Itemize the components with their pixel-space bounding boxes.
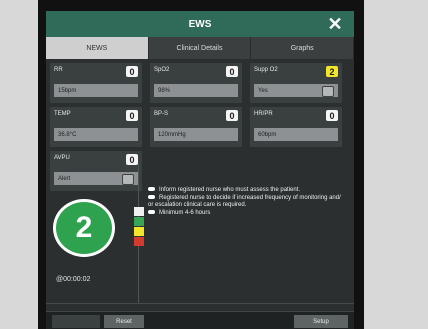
field-label: HR/PR	[254, 111, 273, 117]
scale-yellow	[134, 227, 144, 236]
score-badge: 0	[326, 110, 338, 121]
field-label: RR	[54, 67, 63, 73]
message-2: Registered nurse to decide if increased …	[148, 195, 346, 209]
temp-select[interactable]: 36.8°C	[54, 128, 138, 141]
toggle-icon	[322, 86, 334, 97]
tab-bar: NEWS Clinical Details Graphs	[46, 37, 354, 59]
select-value: Alert	[58, 175, 71, 182]
supp-o2-select[interactable]: Yes	[254, 84, 338, 97]
scale-white	[134, 207, 144, 216]
setup-button[interactable]: Setup	[294, 315, 348, 328]
message-1: Inform registered nurse who must assess …	[148, 187, 346, 194]
select-value: Yes	[258, 87, 268, 94]
message-text: Registered nurse to decide if increased …	[148, 195, 341, 208]
avpu-select[interactable]: Alert	[54, 172, 138, 185]
blank-button[interactable]	[52, 315, 100, 328]
spo2-select[interactable]: 98%	[154, 84, 238, 97]
field-label: Supp O2	[254, 67, 278, 73]
window-title: EWS	[188, 18, 212, 30]
score-badge: 0	[126, 66, 138, 77]
bullet-icon	[148, 195, 155, 200]
rr-select[interactable]: 15bpm	[54, 84, 138, 97]
message-text: Inform registered nurse who must assess …	[159, 187, 301, 193]
score-badge: 0	[126, 154, 138, 165]
select-value: 15bpm	[58, 87, 77, 94]
title-bar: EWS ✕	[46, 11, 354, 37]
select-value: 60bpm	[258, 131, 277, 138]
tab-clinical-details[interactable]: Clinical Details	[149, 37, 252, 59]
score-color-scale	[134, 207, 144, 249]
footer-divider	[46, 303, 354, 304]
score-badge: 0	[126, 110, 138, 121]
scale-red	[134, 237, 144, 246]
bullet-icon	[148, 187, 155, 192]
elapsed-timer: @00:00:02	[56, 276, 91, 283]
field-label: SpO2	[154, 67, 170, 73]
field-label: AVPU	[54, 155, 70, 161]
select-value: 120mmHg	[158, 131, 186, 138]
reset-button[interactable]: Reset	[104, 315, 144, 328]
field-hr-pr: HR/PR 0 60bpm	[250, 107, 342, 147]
tab-news[interactable]: NEWS	[46, 37, 149, 59]
field-spo2: SpO2 0 98%	[150, 63, 242, 103]
close-icon[interactable]: ✕	[326, 15, 344, 33]
message-text: Minimum 4-6 hours	[159, 210, 211, 216]
message-3: Minimum 4-6 hours	[148, 210, 346, 217]
toggle-icon	[122, 174, 134, 185]
score-badge: 0	[226, 110, 238, 121]
hr-pr-select[interactable]: 60bpm	[254, 128, 338, 141]
ews-app: EWS ✕ NEWS Clinical Details Graphs RR 0 …	[46, 11, 354, 329]
field-label: TEMP	[54, 111, 71, 117]
field-label: BP-S	[154, 111, 169, 117]
score-badge: 0	[226, 66, 238, 77]
select-value: 98%	[158, 87, 171, 94]
bottom-toolbar: Reset Setup	[46, 311, 354, 329]
field-rr: RR 0 15bpm	[50, 63, 142, 103]
field-temp: TEMP 0 36.8°C	[50, 107, 142, 147]
total-score-circle: 2	[53, 199, 115, 257]
tab-graphs[interactable]: Graphs	[251, 37, 354, 59]
score-badge: 2	[326, 66, 338, 77]
guidance-messages: Inform registered nurse who must assess …	[148, 187, 346, 218]
bp-s-select[interactable]: 120mmHg	[154, 128, 238, 141]
field-bp-s: BP-S 0 120mmHg	[150, 107, 242, 147]
bullet-icon	[148, 210, 155, 215]
scale-green	[134, 217, 144, 226]
select-value: 36.8°C	[58, 131, 77, 138]
field-supp-o2: Supp O2 2 Yes	[250, 63, 342, 103]
field-avpu: AVPU 0 Alert	[50, 151, 142, 191]
